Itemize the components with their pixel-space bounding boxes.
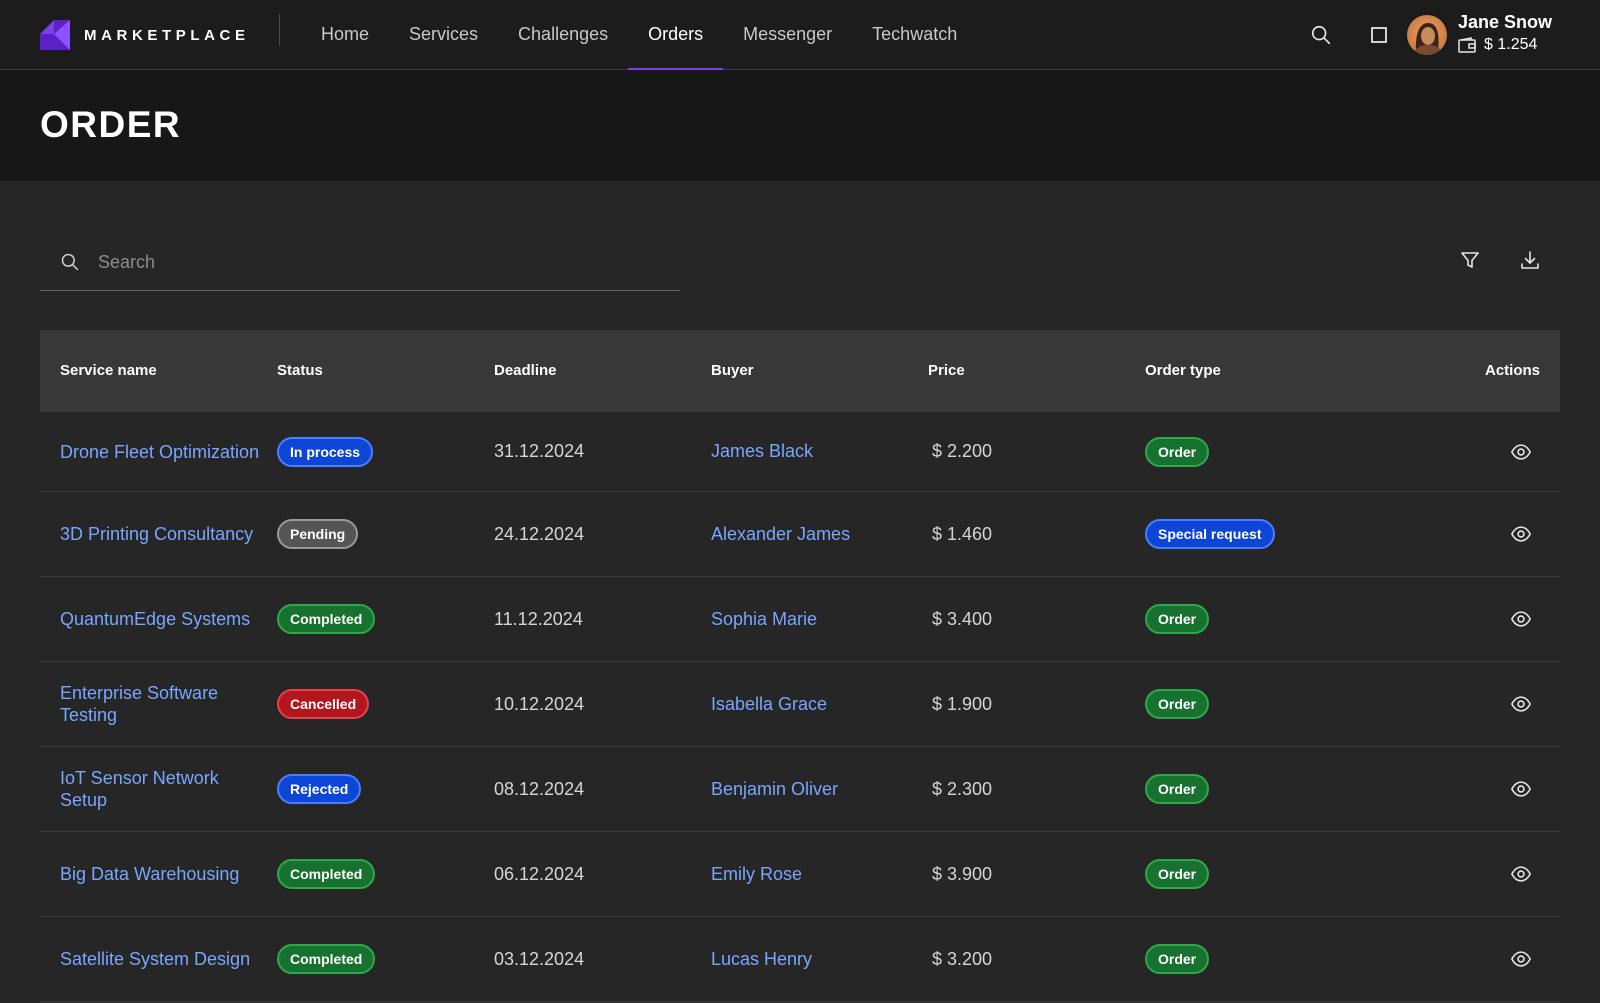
download-icon[interactable] xyxy=(1520,250,1540,270)
order-type-badge: Order xyxy=(1145,859,1210,889)
square-icon[interactable] xyxy=(1369,25,1389,45)
table-header: Service name Status Deadline Buyer Price Orde… xyxy=(40,330,1560,412)
table-row: Drone Fleet Optimization In process 31.12.… xyxy=(40,412,1560,492)
order-type-badge: Order xyxy=(1145,604,1210,634)
column-header-order-type: Order type xyxy=(1145,362,1221,379)
avatar-portrait-icon xyxy=(1413,23,1443,55)
search-input[interactable] xyxy=(98,244,668,280)
service-name-link[interactable]: Drone Fleet Optimization xyxy=(60,441,260,463)
page-header: ORDER xyxy=(0,70,1600,181)
price-value: $ 3.200 xyxy=(932,948,993,969)
price-value: $ 3.400 xyxy=(932,608,993,629)
status-badge: Completed xyxy=(277,859,376,889)
column-header-actions: Actions xyxy=(1484,362,1540,379)
service-name-link[interactable]: QuantumEdge Systems xyxy=(60,608,260,630)
buyer-link[interactable]: Benjamin Oliver xyxy=(711,779,838,800)
nav-item-orders[interactable]: Orders xyxy=(628,0,724,71)
order-type-badge: Order xyxy=(1145,436,1210,467)
user-name[interactable]: Jane Snow xyxy=(1458,12,1552,33)
table-body: Drone Fleet Optimization In process 31.12.… xyxy=(40,412,1560,1002)
status-badge: In process xyxy=(277,436,374,467)
search-bar xyxy=(40,238,680,291)
status-badge: Pending xyxy=(277,519,359,549)
buyer-link[interactable]: Emily Rose xyxy=(711,864,802,885)
table-row: Enterprise Software Testing Cancelled 10.1… xyxy=(40,662,1560,747)
price-value: $ 1.460 xyxy=(932,523,993,544)
buyer-link[interactable]: Alexander James xyxy=(711,524,850,545)
service-name-link[interactable]: Enterprise Software Testing xyxy=(60,682,260,726)
order-type-badge: Special request xyxy=(1145,519,1275,549)
table-row: 3D Printing Consultancy Pending 24.12.2024… xyxy=(40,492,1560,577)
wallet-balance[interactable]: $ 1.254 xyxy=(1458,36,1537,54)
top-navigation: MARKETPLACE Home Services Challenges Orders… xyxy=(0,0,1600,71)
deadline-date: 08.12.2024 xyxy=(494,778,585,799)
nav-item-messenger[interactable]: Messenger xyxy=(723,0,852,70)
table-row: Big Data Warehousing Completed 06.12.2024 E… xyxy=(40,832,1560,917)
price-value: $ 1.900 xyxy=(932,693,993,714)
table-row: Satellite System Design Completed 03.12.20… xyxy=(40,917,1560,1002)
eye-icon[interactable] xyxy=(1510,693,1532,715)
status-badge: Rejected xyxy=(277,774,362,804)
column-header-price: Price xyxy=(928,362,965,379)
price-value: $ 2.300 xyxy=(932,778,993,799)
status-badge: Cancelled xyxy=(277,689,370,719)
nav-item-challenges[interactable]: Challenges xyxy=(498,0,628,70)
buyer-link[interactable]: Sophia Marie xyxy=(711,609,817,630)
eye-icon[interactable] xyxy=(1510,608,1532,630)
service-name-link[interactable]: 3D Printing Consultancy xyxy=(60,523,260,545)
status-badge: Completed xyxy=(277,604,376,634)
status-badge: Completed xyxy=(277,944,376,974)
filter-icon[interactable] xyxy=(1460,250,1480,270)
service-name-link[interactable]: IoT Sensor Network Setup xyxy=(60,767,260,811)
order-type-badge: Order xyxy=(1145,689,1210,719)
brand-name: MARKETPLACE xyxy=(84,26,250,44)
marketplace-logo-icon xyxy=(40,20,70,50)
buyer-link[interactable]: Isabella Grace xyxy=(711,694,827,715)
deadline-date: 10.12.2024 xyxy=(494,693,585,714)
order-type-badge: Order xyxy=(1145,774,1210,804)
table-row: IoT Sensor Network Setup Rejected 08.12.20… xyxy=(40,747,1560,832)
service-name-link[interactable]: Big Data Warehousing xyxy=(60,863,260,885)
column-header-deadline: Deadline xyxy=(494,362,557,379)
search-icon[interactable] xyxy=(1310,24,1332,46)
eye-icon[interactable] xyxy=(1510,948,1532,970)
eye-icon[interactable] xyxy=(1510,523,1532,545)
eye-icon[interactable] xyxy=(1510,863,1532,885)
service-name-link[interactable]: Satellite System Design xyxy=(60,948,260,970)
column-header-status: Status xyxy=(277,362,323,379)
deadline-date: 24.12.2024 xyxy=(494,523,585,544)
buyer-link[interactable]: Lucas Henry xyxy=(711,949,812,970)
order-type-badge: Order xyxy=(1145,944,1210,974)
column-header-service-name: Service name xyxy=(60,362,157,379)
nav-divider xyxy=(279,14,280,46)
column-header-buyer: Buyer xyxy=(711,362,754,379)
deadline-date: 06.12.2024 xyxy=(494,863,585,884)
search-icon xyxy=(61,253,79,271)
price-value: $ 2.200 xyxy=(932,441,993,461)
balance-amount: $ 1.254 xyxy=(1484,36,1538,53)
orders-table: Service name Status Deadline Buyer Price Orde… xyxy=(40,330,1560,1002)
price-value: $ 3.900 xyxy=(932,863,993,884)
avatar[interactable] xyxy=(1407,15,1447,55)
wallet-icon xyxy=(1458,37,1476,53)
table-row: QuantumEdge Systems Completed 11.12.2024 So… xyxy=(40,577,1560,662)
eye-icon[interactable] xyxy=(1510,778,1532,800)
deadline-date: 11.12.2024 xyxy=(494,608,583,629)
nav-item-services[interactable]: Services xyxy=(389,0,498,70)
deadline-date: 31.12.2024 xyxy=(494,441,585,461)
nav-item-home[interactable]: Home xyxy=(301,0,389,70)
eye-icon[interactable] xyxy=(1510,441,1532,463)
main-nav: Home Services Challenges Orders Messenger Tec… xyxy=(301,0,977,71)
nav-item-techwatch[interactable]: Techwatch xyxy=(852,0,977,70)
buyer-link[interactable]: James Black xyxy=(711,441,813,462)
brand[interactable]: MARKETPLACE xyxy=(40,20,250,50)
deadline-date: 03.12.2024 xyxy=(494,948,585,969)
page-title: ORDER xyxy=(40,104,182,145)
